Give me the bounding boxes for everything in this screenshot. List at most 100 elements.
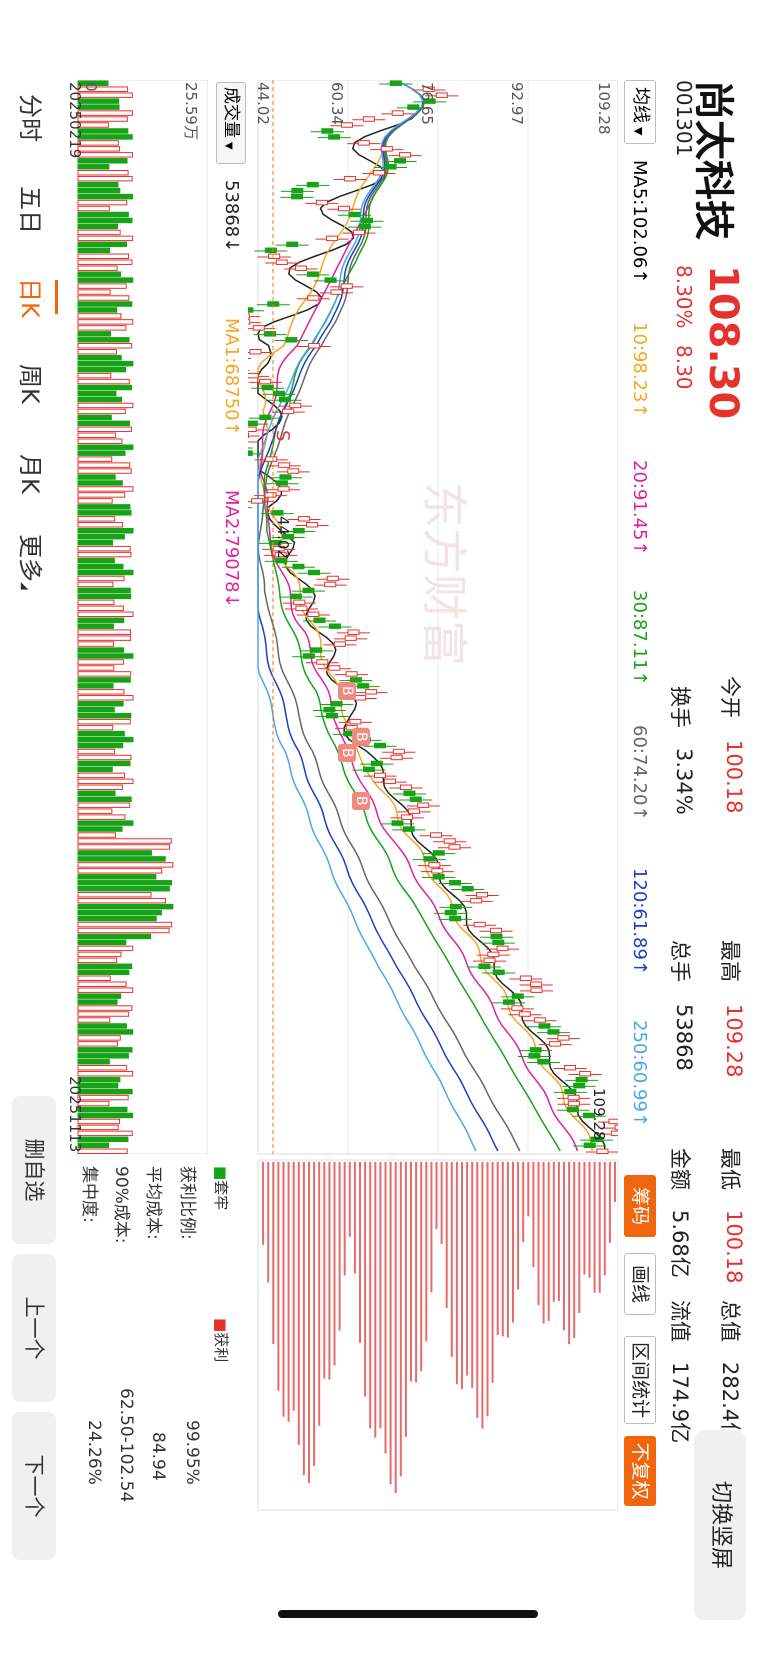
chip-bar	[614, 1162, 616, 1202]
chip-bar	[318, 1162, 321, 1426]
volume-bar	[77, 146, 120, 152]
volume-bar	[77, 104, 120, 110]
chip-bar	[384, 1162, 387, 1454]
candle	[478, 963, 491, 970]
volume-bar	[77, 957, 118, 964]
volume-bar	[77, 736, 134, 743]
profit-swatch-icon: ■	[212, 1318, 230, 1333]
remove-watchlist-button[interactable]: 删自选	[12, 1096, 56, 1244]
volume-bar	[77, 313, 122, 319]
candle	[610, 1130, 618, 1137]
candle	[583, 1142, 596, 1149]
prev-stock-button[interactable]: 上一个	[12, 1254, 56, 1402]
volume-bar	[77, 677, 131, 683]
candle	[389, 80, 402, 86]
chip-bar	[603, 1162, 606, 1276]
chip-bar	[287, 1162, 290, 1422]
chip-bar	[369, 1162, 372, 1429]
candle	[529, 1047, 542, 1053]
chip-button[interactable]: 筹码	[624, 1175, 656, 1237]
price-axis-4: 60.34	[328, 82, 346, 125]
tab-daily-k[interactable]: 日K	[15, 278, 50, 318]
candle	[365, 689, 378, 695]
volume-bar	[77, 897, 167, 904]
tab-weekly-k[interactable]: 周K	[15, 364, 50, 404]
chip-bar	[461, 1162, 463, 1390]
volume-bar	[77, 790, 116, 796]
chip-bar	[532, 1162, 535, 1268]
volume-bar	[77, 504, 131, 510]
volume-bar	[77, 319, 134, 325]
candle	[348, 211, 361, 218]
volume-bar	[77, 856, 166, 862]
stat-low-label: 最低	[718, 1148, 742, 1190]
switch-portrait-button[interactable]: 切换竖屏	[694, 1430, 746, 1620]
volume-bar	[77, 343, 133, 349]
volume-bar	[77, 802, 131, 808]
candle	[430, 832, 443, 838]
volume-bar	[77, 92, 133, 98]
volume-bar	[77, 128, 129, 134]
candle	[308, 569, 321, 576]
volume-bar	[77, 360, 134, 367]
next-stock-button[interactable]: 下一个	[12, 1412, 56, 1560]
candle	[428, 862, 441, 868]
volume-bar	[77, 181, 119, 188]
candle	[360, 217, 373, 224]
buy-marker: B	[352, 728, 370, 746]
volume-bar	[77, 665, 115, 671]
volume-bar	[77, 539, 114, 546]
candle	[490, 927, 503, 934]
candle	[528, 1053, 541, 1059]
ma-select[interactable]: 均线 ▼	[624, 80, 656, 144]
candle	[357, 683, 370, 689]
candle	[249, 349, 262, 355]
candle	[278, 396, 291, 403]
candle	[310, 647, 323, 653]
tab-intraday[interactable]: 分时	[15, 94, 50, 142]
candle	[259, 378, 272, 385]
chip-bar	[399, 1162, 402, 1477]
candle	[248, 420, 258, 427]
candle	[344, 175, 357, 182]
volume-bar	[77, 354, 122, 361]
price-axis-top: 109.28	[595, 82, 613, 135]
volume-bar	[77, 1029, 134, 1035]
tab-five-day[interactable]: 五日	[15, 186, 50, 234]
volume-bar	[77, 1124, 119, 1131]
kline-chart[interactable]: 东方财富	[248, 80, 618, 1540]
volume-bar	[77, 486, 134, 492]
candle	[432, 874, 445, 880]
candle	[278, 462, 291, 468]
volume-chart[interactable]	[68, 80, 208, 1154]
volume-bar	[77, 396, 123, 403]
candle	[391, 820, 404, 826]
volume-bar	[77, 402, 134, 409]
ma5-value: MA5:102.06↑	[629, 160, 650, 284]
stock-price: 108.30	[700, 265, 746, 420]
tab-more[interactable]: 更多◢	[15, 534, 50, 590]
stat-cap-label: 总值	[718, 1300, 742, 1342]
volume-bar	[77, 581, 114, 588]
candle	[502, 999, 515, 1005]
candle	[275, 557, 288, 564]
volume-bar	[77, 701, 124, 707]
volume-bar	[77, 384, 133, 391]
tab-monthly-k[interactable]: 月K	[15, 454, 50, 494]
candle	[374, 742, 387, 749]
volume-bar	[77, 784, 123, 791]
range-stats-button[interactable]: 区间统计	[624, 1336, 656, 1424]
candle	[272, 390, 285, 397]
draw-line-button[interactable]: 画线	[624, 1253, 656, 1315]
chip-bar	[425, 1162, 428, 1342]
chip-bar	[415, 1162, 418, 1383]
price-axis-3: 76.65	[418, 82, 436, 125]
avg-cost-label: 平均成本:	[143, 1166, 163, 1240]
chip-bar	[512, 1162, 514, 1323]
volume-bar	[77, 772, 126, 779]
volume-axis-max: 25.59万	[182, 82, 200, 140]
no-adjust-button[interactable]: 不复权	[624, 1436, 656, 1506]
volume-bar	[77, 1017, 111, 1023]
chip-bar	[338, 1162, 341, 1331]
volume-select[interactable]: 成交量 ▼	[216, 82, 246, 164]
